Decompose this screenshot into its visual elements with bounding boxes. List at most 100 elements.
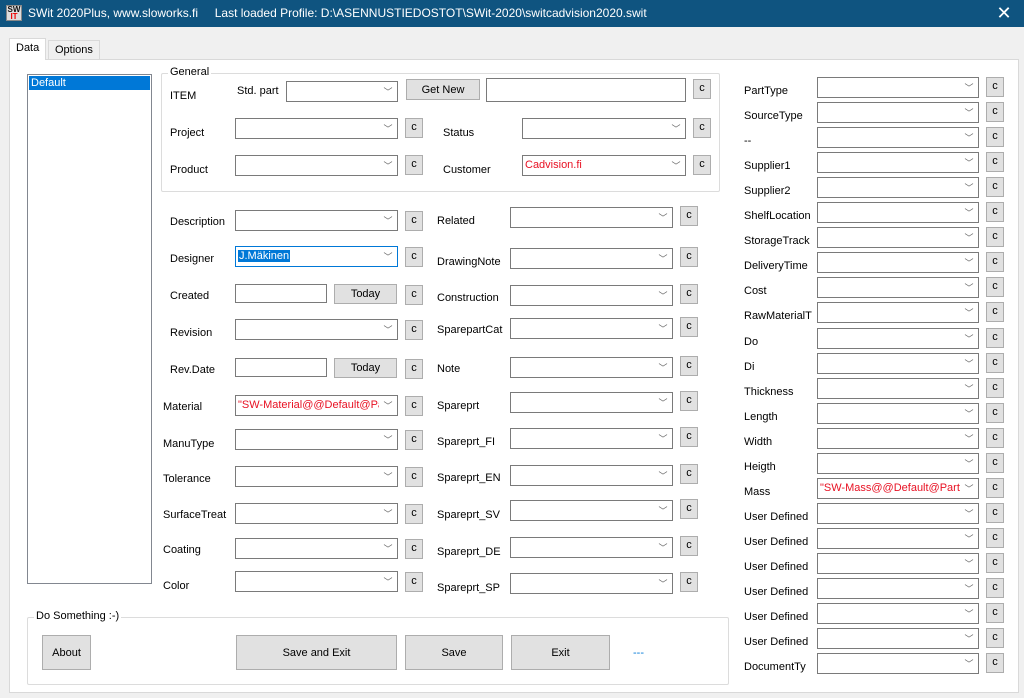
user-defined-18-combo[interactable]: ﹀ (817, 528, 979, 549)
chevron-down-icon[interactable]: ﹀ (964, 532, 974, 544)
blank-combo[interactable]: ﹀ (817, 127, 979, 148)
documentty-combo[interactable]: ﹀ (817, 653, 979, 674)
shelflocation-combo[interactable]: ﹀ (817, 202, 979, 223)
chevron-down-icon[interactable]: ﹀ (383, 122, 393, 134)
clear-surfacetreat-button[interactable]: c (405, 504, 423, 524)
chevron-down-icon[interactable]: ﹀ (383, 433, 393, 445)
customer-combo[interactable]: Cadvision.fi ﹀ (522, 155, 686, 176)
supplier2-combo[interactable]: ﹀ (817, 177, 979, 198)
sourcetype-combo[interactable]: ﹀ (817, 102, 979, 123)
chevron-down-icon[interactable]: ﹀ (964, 256, 974, 268)
thickness-combo[interactable]: ﹀ (817, 378, 979, 399)
clear-sparepartcat-button[interactable]: c (680, 317, 698, 337)
clear-width-button[interactable]: c (986, 428, 1004, 448)
about-button[interactable]: About (42, 635, 91, 670)
chevron-down-icon[interactable]: ﹀ (383, 159, 393, 171)
chevron-down-icon[interactable]: ﹀ (964, 231, 974, 243)
chevron-down-icon[interactable]: ﹀ (964, 181, 974, 193)
clear-user-defined-22-button[interactable]: c (986, 628, 1004, 648)
stdpart-combo[interactable]: ﹀ (286, 81, 398, 102)
clear-note-button[interactable]: c (680, 356, 698, 376)
rawmaterialt-combo[interactable]: ﹀ (817, 302, 979, 323)
revision-combo[interactable]: ﹀ (235, 319, 398, 340)
clear-mass-button[interactable]: c (986, 478, 1004, 498)
user-defined-17-combo[interactable]: ﹀ (817, 503, 979, 524)
chevron-down-icon[interactable]: ﹀ (964, 357, 974, 369)
rev-date-today-button[interactable]: Today (334, 358, 397, 378)
mass-combo[interactable]: "SW-Mass@@Default@Part1.S ﹀ (817, 478, 979, 499)
chevron-down-icon[interactable]: ﹀ (964, 432, 974, 444)
chevron-down-icon[interactable]: ﹀ (964, 507, 974, 519)
clear-tolerance-button[interactable]: c (405, 467, 423, 487)
clear-spareprt-en-button[interactable]: c (680, 464, 698, 484)
clear-spareprt-sp-button[interactable]: c (680, 572, 698, 592)
clear-created-button[interactable]: c (405, 285, 423, 305)
chevron-down-icon[interactable]: ﹀ (658, 504, 668, 516)
chevron-down-icon[interactable]: ﹀ (383, 542, 393, 554)
chevron-down-icon[interactable]: ﹀ (964, 206, 974, 218)
length-combo[interactable]: ﹀ (817, 403, 979, 424)
clear-rev-date-button[interactable]: c (405, 359, 423, 379)
spareprt-fi-combo[interactable]: ﹀ (510, 428, 673, 449)
chevron-down-icon[interactable]: ﹀ (964, 306, 974, 318)
clear-revision-button[interactable]: c (405, 320, 423, 340)
sparepartcat-combo[interactable]: ﹀ (510, 318, 673, 339)
profile-list[interactable]: Default (27, 74, 152, 584)
chevron-down-icon[interactable]: ﹀ (658, 361, 668, 373)
chevron-down-icon[interactable]: ﹀ (964, 106, 974, 118)
status-combo[interactable]: ﹀ (522, 118, 686, 139)
clear-documentty-button[interactable]: c (986, 653, 1004, 673)
drawingnote-combo[interactable]: ﹀ (510, 248, 673, 269)
clear-spareprt-de-button[interactable]: c (680, 536, 698, 556)
clear-manutype-button[interactable]: c (405, 430, 423, 450)
do-combo[interactable]: ﹀ (817, 328, 979, 349)
clear-supplier1-button[interactable]: c (986, 152, 1004, 172)
chevron-down-icon[interactable]: ﹀ (383, 85, 393, 97)
clear-cost-button[interactable]: c (986, 277, 1004, 297)
project-combo[interactable]: ﹀ (235, 118, 398, 139)
chevron-down-icon[interactable]: ﹀ (964, 607, 974, 619)
chevron-down-icon[interactable]: ﹀ (964, 632, 974, 644)
chevron-down-icon[interactable]: ﹀ (383, 575, 393, 587)
chevron-down-icon[interactable]: ﹀ (383, 399, 393, 411)
coating-combo[interactable]: ﹀ (235, 538, 398, 559)
chevron-down-icon[interactable]: ﹀ (383, 323, 393, 335)
clear-coating-button[interactable]: c (405, 539, 423, 559)
clear-description-button[interactable]: c (405, 211, 423, 231)
clear-sourcetype-button[interactable]: c (986, 102, 1004, 122)
spareprt-sv-combo[interactable]: ﹀ (510, 500, 673, 521)
storagetrack-combo[interactable]: ﹀ (817, 227, 979, 248)
get-new-button[interactable]: Get New (406, 79, 480, 100)
chevron-down-icon[interactable]: ﹀ (964, 156, 974, 168)
tab-options[interactable]: Options (48, 40, 100, 59)
clear-thickness-button[interactable]: c (986, 378, 1004, 398)
construction-combo[interactable]: ﹀ (510, 285, 673, 306)
clear-spareprt-button[interactable]: c (680, 391, 698, 411)
save-button[interactable]: Save (405, 635, 503, 670)
clear-user-defined-17-button[interactable]: c (986, 503, 1004, 523)
chevron-down-icon[interactable]: ﹀ (383, 214, 393, 226)
material-combo[interactable]: "SW-Material@@Default@Part1 ﹀ (235, 395, 398, 416)
chevron-down-icon[interactable]: ﹀ (964, 482, 974, 494)
profile-item-default[interactable]: Default (29, 76, 150, 90)
chevron-down-icon[interactable]: ﹀ (658, 322, 668, 334)
designer-combo[interactable]: J.Mäkinen ﹀ (235, 246, 398, 267)
tolerance-combo[interactable]: ﹀ (235, 466, 398, 487)
chevron-down-icon[interactable]: ﹀ (658, 541, 668, 553)
clear-construction-button[interactable]: c (680, 284, 698, 304)
manutype-combo[interactable]: ﹀ (235, 429, 398, 450)
item-number-input[interactable] (486, 78, 686, 102)
user-defined-21-combo[interactable]: ﹀ (817, 603, 979, 624)
chevron-down-icon[interactable]: ﹀ (964, 281, 974, 293)
user-defined-22-combo[interactable]: ﹀ (817, 628, 979, 649)
chevron-down-icon[interactable]: ﹀ (964, 382, 974, 394)
tab-data[interactable]: Data (9, 38, 47, 60)
width-combo[interactable]: ﹀ (817, 428, 979, 449)
chevron-down-icon[interactable]: ﹀ (658, 577, 668, 589)
chevron-down-icon[interactable]: ﹀ (658, 289, 668, 301)
chevron-down-icon[interactable]: ﹀ (964, 407, 974, 419)
spareprt-sp-combo[interactable]: ﹀ (510, 573, 673, 594)
chevron-down-icon[interactable]: ﹀ (383, 470, 393, 482)
chevron-down-icon[interactable]: ﹀ (658, 252, 668, 264)
clear-shelflocation-button[interactable]: c (986, 202, 1004, 222)
